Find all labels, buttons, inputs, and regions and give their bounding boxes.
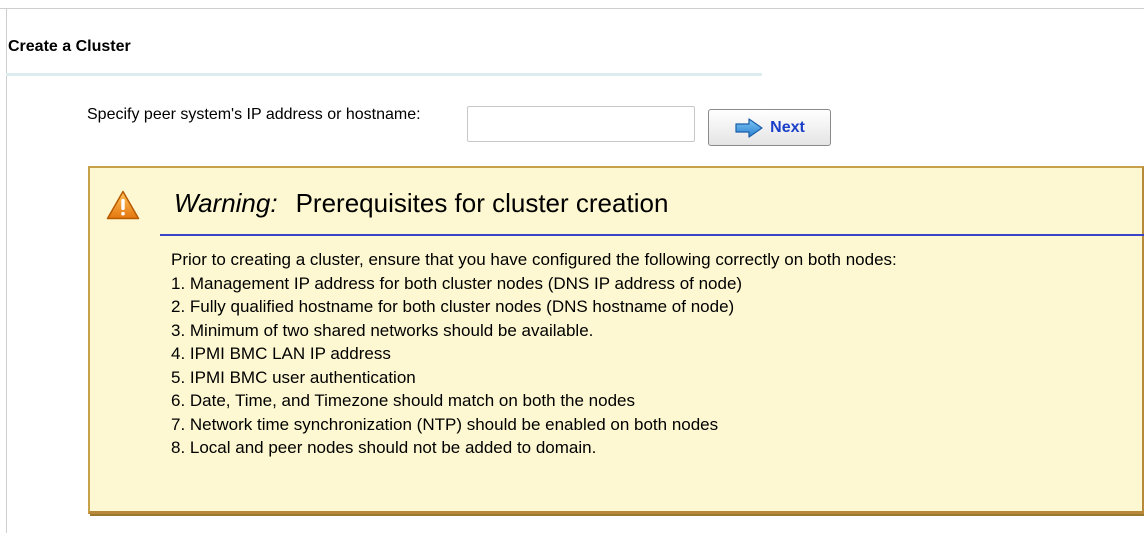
warning-title: Prerequisites for cluster creation (295, 188, 669, 218)
peer-address-input[interactable] (467, 106, 695, 142)
frame-top-border (0, 8, 1144, 9)
next-button[interactable]: Next (708, 109, 831, 146)
warning-divider (160, 234, 1144, 236)
section-title: Create a Cluster (8, 38, 131, 55)
next-button-label: Next (770, 118, 805, 136)
prerequisite-list: 1. Management IP address for both cluste… (171, 272, 742, 460)
list-item: 4. IPMI BMC LAN IP address (171, 344, 391, 363)
list-item: 8. Local and peer nodes should not be ad… (171, 438, 597, 457)
peer-address-label: Specify peer system's IP address or host… (87, 106, 421, 123)
warning-panel: Warning: Prerequisites for cluster creati… (88, 166, 1144, 514)
list-item: 7. Network time synchronization (NTP) sh… (171, 414, 719, 434)
frame-left-border (6, 8, 7, 533)
warning-heading: Warning: Prerequisites for cluster creati… (174, 188, 668, 219)
list-item: 2. Fully qualified hostname for both clu… (171, 297, 735, 316)
warning-triangle-icon (106, 190, 140, 220)
list-item: 3. Minimum of two shared networks should… (171, 320, 594, 340)
list-item: 5. IPMI BMC user authentication (171, 367, 416, 387)
section-divider (6, 73, 762, 76)
list-item: 6. Date, Time, and Timezone should match… (171, 391, 636, 410)
warning-label: Warning: (174, 188, 278, 218)
warning-intro: Prior to creating a cluster, ensure that… (171, 250, 897, 269)
list-item: 1. Management IP address for both cluste… (171, 273, 743, 293)
right-arrow-icon (735, 117, 763, 138)
